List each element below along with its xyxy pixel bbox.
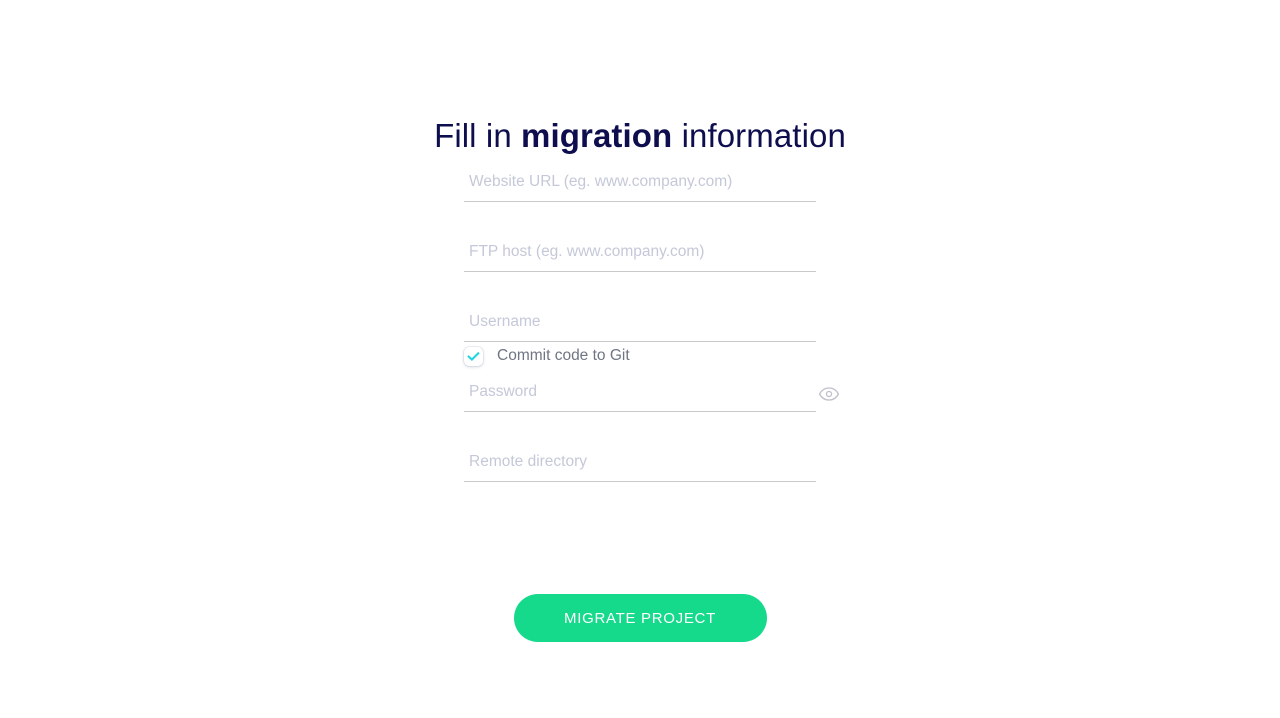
page-title-prefix: Fill in [434, 117, 522, 155]
check-icon [467, 350, 480, 363]
password-input[interactable] [464, 378, 816, 412]
commit-to-git-checkbox[interactable] [464, 346, 483, 366]
field-password [464, 378, 840, 448]
password-visibility-toggle-button[interactable] [818, 383, 840, 405]
migrate-project-button[interactable]: MIGRATE PROJECT [513, 594, 767, 642]
field-remote-directory [464, 448, 816, 518]
migration-form-page: Fill in migration information Website UR… [0, 0, 1280, 718]
ftp-host-input[interactable] [464, 238, 816, 272]
field-ftp-host [464, 238, 816, 308]
migration-form [464, 168, 840, 518]
field-website-url [464, 168, 816, 238]
page-title-highlight: migration [521, 117, 673, 155]
eye-icon [818, 383, 840, 405]
commit-to-git-row: Commit code to Git [464, 344, 630, 368]
username-input[interactable] [464, 308, 816, 342]
commit-to-git-label: Commit code to Git [497, 347, 630, 364]
page-title: Fill in migration information [0, 114, 1280, 158]
submit-button-container: MIGRATE PROJECT [0, 594, 1280, 642]
website-url-input[interactable] [464, 168, 816, 202]
page-title-suffix: information [672, 117, 846, 155]
remote-directory-input[interactable] [464, 448, 816, 482]
